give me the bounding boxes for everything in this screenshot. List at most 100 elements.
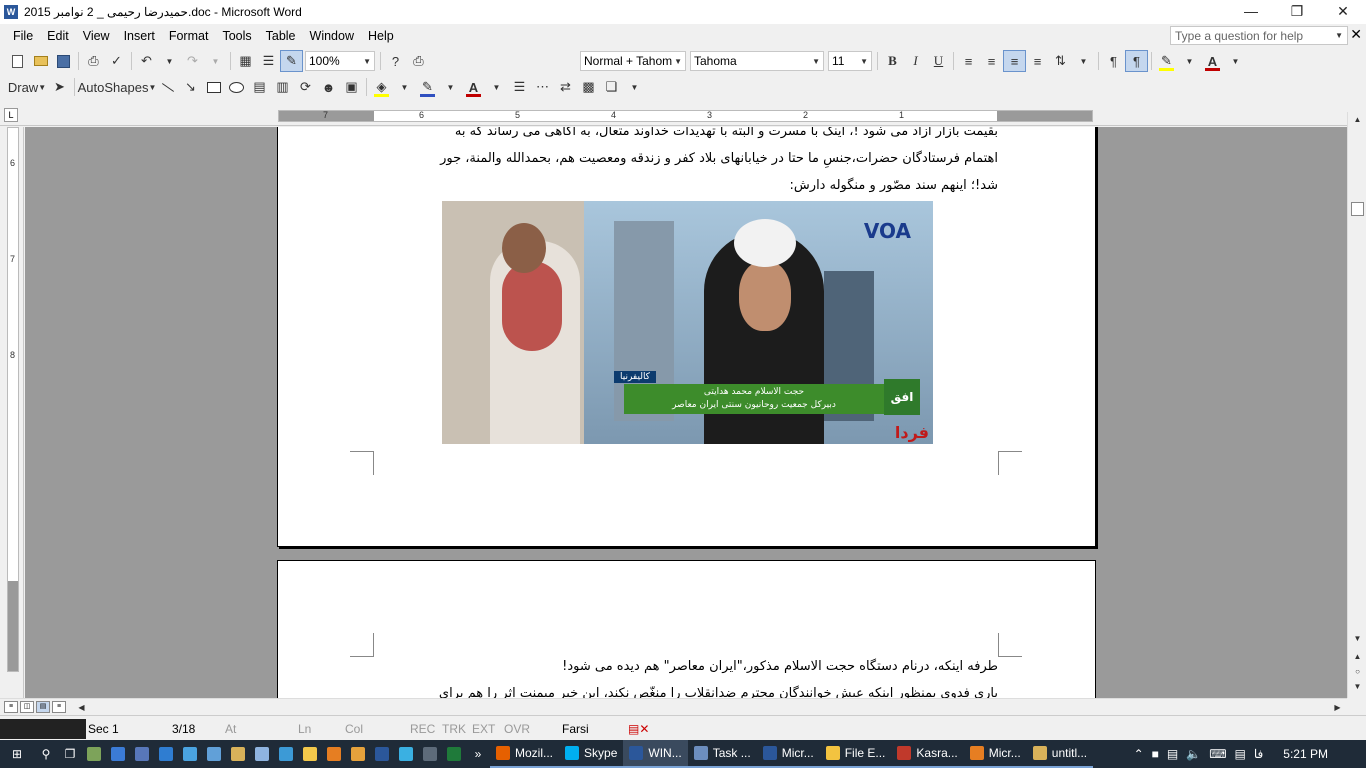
- highlight-dropdown-icon[interactable]: ▼: [1178, 50, 1201, 72]
- scroll-left-icon[interactable]: ◀: [74, 700, 89, 715]
- diagram-icon[interactable]: ⟳: [294, 76, 317, 98]
- ruler-track[interactable]: 7 6 5 4 3 2 1: [278, 110, 1093, 122]
- print-preview-icon[interactable]: ⎙: [407, 50, 430, 72]
- quicklaunch-app-icon[interactable]: [346, 740, 370, 768]
- task-tab-file-explorer[interactable]: File E...: [819, 740, 892, 768]
- oval-icon[interactable]: [225, 76, 248, 98]
- print-layout-icon[interactable]: ▤: [36, 701, 50, 713]
- paragraph-line[interactable]: اهتمام فرستادگان حضرات،جنسِ ما حتا در خی…: [358, 145, 998, 172]
- underline-button[interactable]: U: [927, 50, 950, 72]
- rectangle-icon[interactable]: [202, 76, 225, 98]
- quicklaunch-overflow-icon[interactable]: »: [466, 740, 490, 768]
- help-icon[interactable]: ?: [384, 50, 407, 72]
- menu-format[interactable]: Format: [162, 29, 216, 43]
- line-color-icon[interactable]: ✎: [416, 76, 439, 98]
- undo-dropdown-icon[interactable]: ▼: [158, 50, 181, 72]
- autoshapes-menu[interactable]: AutoShapes ▼: [78, 76, 157, 98]
- drawing-toggle-icon[interactable]: ✎: [280, 50, 303, 72]
- language-indicator[interactable]: Farsi: [562, 722, 589, 736]
- scroll-right-icon[interactable]: ▶: [1330, 700, 1345, 715]
- previous-page-icon[interactable]: ▲: [1350, 649, 1365, 664]
- task-tab-task-manager[interactable]: Task ...: [687, 740, 757, 768]
- justify-icon[interactable]: ≡: [1026, 50, 1049, 72]
- scroll-down-icon[interactable]: ▼: [1350, 631, 1365, 646]
- ext-indicator[interactable]: EXT: [472, 722, 495, 736]
- shadow-style-icon[interactable]: ▩: [577, 76, 600, 98]
- web-view-icon[interactable]: ◫: [20, 701, 34, 713]
- draw-menu[interactable]: Draw ▼: [6, 76, 48, 98]
- 3d-style-dropdown-icon[interactable]: ▼: [623, 76, 646, 98]
- new-document-icon[interactable]: [6, 50, 29, 72]
- vertical-ruler[interactable]: 6 7 8: [0, 127, 24, 698]
- bold-button[interactable]: B: [881, 50, 904, 72]
- quicklaunch-app-icon[interactable]: [274, 740, 298, 768]
- page[interactable]: بقیمت بازار آزاد می شود !، اینک با مسرت …: [277, 127, 1096, 547]
- notification-icon[interactable]: ▤: [1235, 747, 1246, 761]
- undo-icon[interactable]: ↶: [135, 50, 158, 72]
- rtl-direction-icon[interactable]: ¶: [1125, 50, 1148, 72]
- menu-table[interactable]: Table: [259, 29, 303, 43]
- arrow-icon[interactable]: ↘: [179, 76, 202, 98]
- quicklaunch-app-icon[interactable]: [130, 740, 154, 768]
- quicklaunch-app-icon[interactable]: [178, 740, 202, 768]
- highlight-icon[interactable]: ✎: [1155, 50, 1178, 72]
- fill-color-icon[interactable]: ◈: [370, 76, 393, 98]
- task-tab-untitled[interactable]: untitl...: [1026, 740, 1094, 768]
- italic-button[interactable]: I: [904, 50, 927, 72]
- page[interactable]: طرفه اینکه، درنام دستگاه حجت الاسلام مذک…: [277, 560, 1096, 698]
- restore-button[interactable]: ❐: [1274, 0, 1320, 24]
- task-tab-microsoft-1[interactable]: Micr...: [756, 740, 820, 768]
- font-color-dropdown-icon[interactable]: ▼: [1224, 50, 1247, 72]
- task-view-icon[interactable]: ❐: [58, 740, 82, 768]
- help-search-input[interactable]: Type a question for help ▼: [1170, 26, 1348, 45]
- redo-dropdown-icon[interactable]: ▼: [204, 50, 227, 72]
- menu-insert[interactable]: Insert: [117, 29, 162, 43]
- outline-view-icon[interactable]: ≡: [52, 701, 66, 713]
- quicklaunch-app-icon[interactable]: [322, 740, 346, 768]
- line-spacing-dropdown-icon[interactable]: ▼: [1072, 50, 1095, 72]
- redo-icon[interactable]: ↷: [181, 50, 204, 72]
- quicklaunch-app-icon[interactable]: [394, 740, 418, 768]
- keyboard-icon[interactable]: ⌨: [1209, 747, 1226, 761]
- tab-selector-icon[interactable]: L: [4, 108, 18, 122]
- quicklaunch-app-icon[interactable]: [370, 740, 394, 768]
- menu-view[interactable]: View: [76, 29, 117, 43]
- inline-picture[interactable]: VOA کالیفرنیا حجت الاسلام محمد هدایتی دب…: [442, 201, 933, 444]
- menu-file[interactable]: File: [6, 29, 40, 43]
- language-switch[interactable]: فا: [1254, 747, 1263, 761]
- line-style-icon[interactable]: ☰: [508, 76, 531, 98]
- menu-tools[interactable]: Tools: [215, 29, 258, 43]
- volume-icon[interactable]: 🔈: [1186, 747, 1201, 761]
- quicklaunch-app-icon[interactable]: [154, 740, 178, 768]
- ovr-indicator[interactable]: OVR: [504, 722, 530, 736]
- zoom-select[interactable]: 100% ▼: [305, 51, 375, 71]
- horizontal-ruler[interactable]: L 7 6 5 4 3 2 1: [0, 104, 1366, 126]
- line-spacing-icon[interactable]: ⇅: [1049, 50, 1072, 72]
- columns-icon[interactable]: ☰: [257, 50, 280, 72]
- paragraph-line[interactable]: باری فدوی بمنظور اینکه عیش خوانندگان محت…: [358, 680, 998, 698]
- close-button[interactable]: ✕: [1320, 0, 1366, 24]
- paragraph-line[interactable]: بقیمت بازار آزاد می شود !، اینک با مسرت …: [358, 127, 998, 145]
- insert-picture-icon[interactable]: ▣: [340, 76, 363, 98]
- style-select[interactable]: Normal + Tahom ▼: [580, 51, 686, 71]
- line-color-dropdown-icon[interactable]: ▼: [439, 76, 462, 98]
- draw-font-color-dropdown-icon[interactable]: ▼: [485, 76, 508, 98]
- menu-help[interactable]: Help: [361, 29, 401, 43]
- vertical-scrollbar[interactable]: ▲ ▼ ▲ ○ ▼: [1347, 112, 1366, 698]
- task-tab-word[interactable]: WIN...: [623, 740, 688, 768]
- font-select[interactable]: Tahoma ▼: [690, 51, 824, 71]
- rec-indicator[interactable]: REC: [410, 722, 435, 736]
- arrow-style-icon[interactable]: ⇄: [554, 76, 577, 98]
- quicklaunch-app-icon[interactable]: [202, 740, 226, 768]
- normal-view-icon[interactable]: ≡: [4, 701, 18, 713]
- quicklaunch-desktop-icon[interactable]: [106, 740, 130, 768]
- next-page-icon[interactable]: ▼: [1350, 679, 1365, 694]
- document-close-icon[interactable]: ✕: [1350, 26, 1362, 43]
- quicklaunch-app-icon[interactable]: [250, 740, 274, 768]
- insert-table-icon[interactable]: ▦: [234, 50, 257, 72]
- trk-indicator[interactable]: TRK: [442, 722, 466, 736]
- menu-window[interactable]: Window: [303, 29, 361, 43]
- print-icon[interactable]: ⎙: [82, 50, 105, 72]
- quicklaunch-app-icon[interactable]: [82, 740, 106, 768]
- minimize-button[interactable]: —: [1228, 0, 1274, 24]
